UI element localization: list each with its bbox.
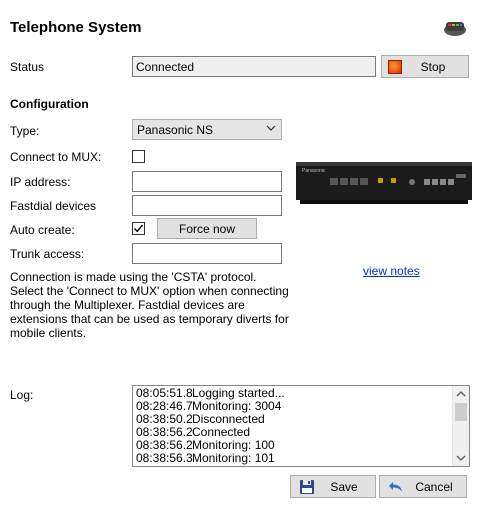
- device-brand-text: Panasonic: [302, 168, 326, 174]
- force-now-button[interactable]: Force now: [157, 218, 257, 239]
- log-entry-message: Monitoring: 102: [192, 464, 275, 467]
- log-scrollbar[interactable]: [452, 386, 469, 466]
- page-title: Telephone System: [10, 19, 142, 36]
- log-label: Log:: [10, 388, 34, 402]
- cancel-button-label: Cancel: [415, 480, 453, 494]
- auto-create-label: Auto create:: [10, 223, 75, 237]
- fastdial-label: Fastdial devices: [10, 199, 97, 213]
- status-label: Status: [10, 60, 45, 74]
- auto-create-checkbox[interactable]: [132, 222, 145, 235]
- stop-button-label: Stop: [420, 60, 446, 74]
- stop-button[interactable]: Stop: [381, 55, 469, 78]
- phone-system-icon: [444, 22, 466, 36]
- mux-label: Connect to MUX:: [10, 150, 102, 164]
- scroll-down-icon[interactable]: [456, 453, 466, 463]
- log-entry-message: Monitoring: 101: [192, 451, 275, 465]
- type-label: Type:: [10, 124, 40, 138]
- ip-address-label: IP address:: [10, 175, 71, 189]
- scrollbar-thumb[interactable]: [455, 403, 467, 421]
- configuration-heading: Configuration: [10, 97, 89, 111]
- type-select-value: Panasonic NS: [137, 123, 214, 137]
- check-icon: [133, 224, 144, 233]
- trunk-access-label: Trunk access:: [10, 247, 85, 261]
- log-entry-message: Connected: [192, 425, 251, 439]
- log-entry-message: Disconnected: [192, 412, 265, 426]
- log-entry-message: Monitoring: 3004: [192, 399, 282, 413]
- ip-address-input[interactable]: [132, 171, 282, 192]
- log-entry-time: 08:38:56.3: [136, 465, 193, 467]
- scroll-up-icon[interactable]: [456, 389, 466, 399]
- log-list[interactable]: 08:05:51.8Logging started... 08:28:46.7Mo…: [132, 385, 470, 467]
- status-field: Connected: [132, 56, 376, 77]
- fastdial-input[interactable]: [132, 195, 282, 216]
- pbx-device-image: Panasonic: [296, 162, 472, 204]
- log-entry-message: Logging started...: [192, 386, 285, 400]
- trunk-access-input[interactable]: [132, 243, 282, 264]
- type-select[interactable]: Panasonic NS: [132, 119, 282, 140]
- connection-description: Connection is made using the 'CSTA' prot…: [10, 270, 289, 340]
- save-button[interactable]: Save: [290, 475, 376, 498]
- save-button-label: Save: [330, 480, 358, 494]
- log-entry-message: Monitoring: 100: [192, 438, 275, 452]
- chevron-down-icon: [266, 125, 276, 131]
- view-notes-link[interactable]: view notes: [363, 264, 420, 278]
- mux-checkbox[interactable]: [132, 150, 145, 163]
- log-entry: 08:38:56.3Monitoring: 102: [136, 465, 452, 467]
- cancel-button[interactable]: Cancel: [379, 475, 467, 498]
